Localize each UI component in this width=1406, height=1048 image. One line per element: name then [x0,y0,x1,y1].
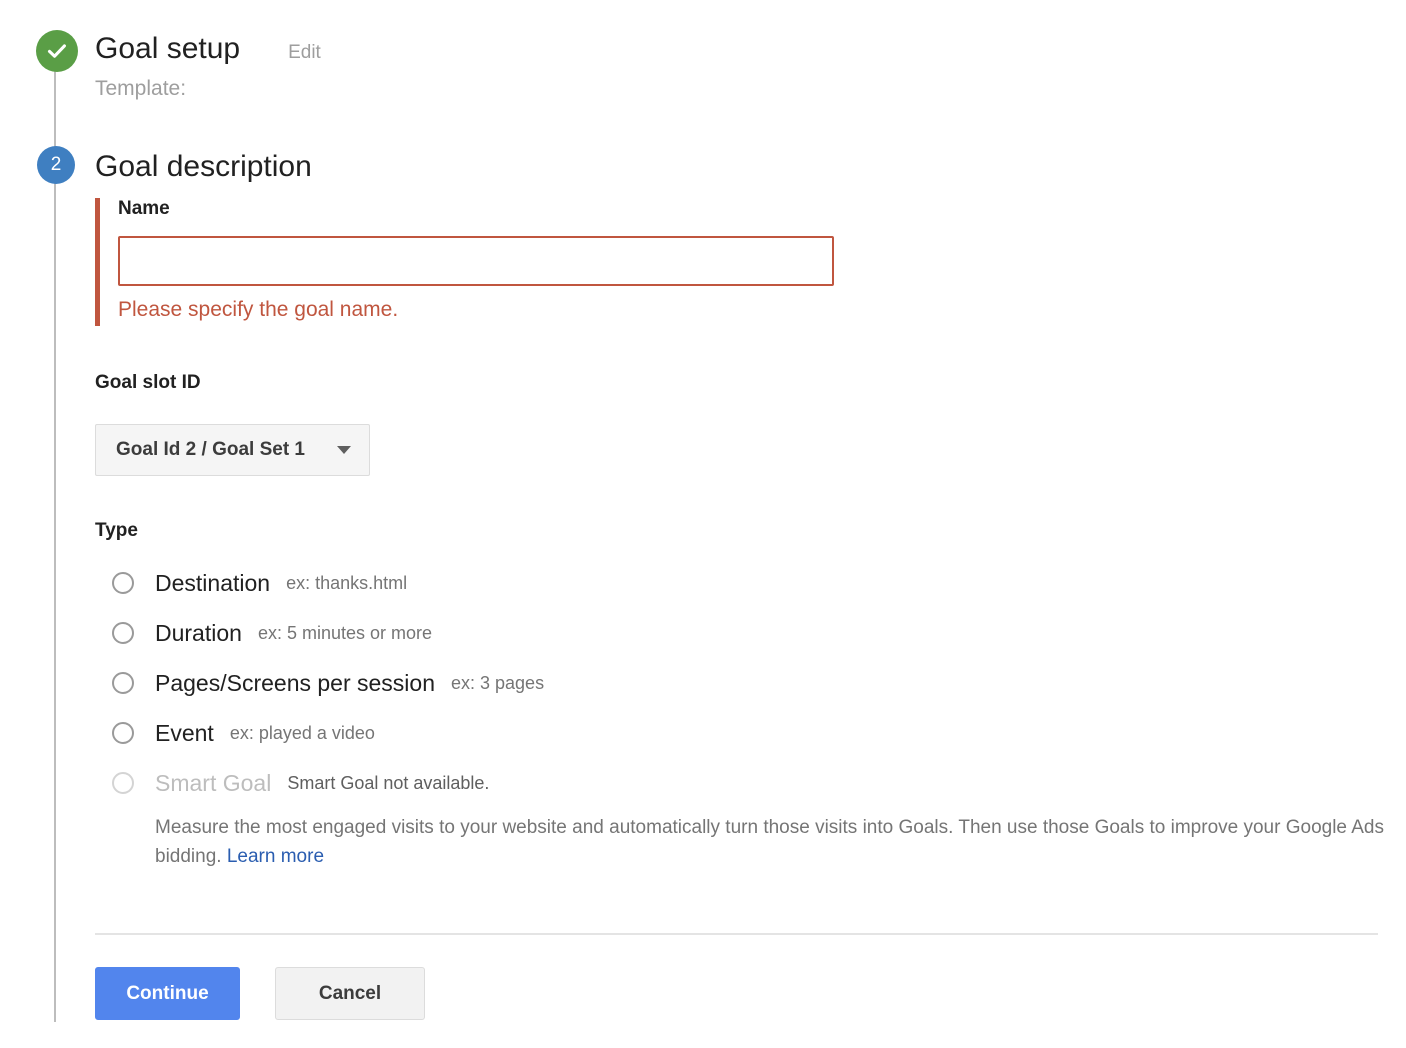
radio-circle-icon [112,572,134,594]
radio-circle-icon [112,672,134,694]
name-field-group: Name Please specify the goal name. [95,198,1380,326]
radio-option-event[interactable]: Event ex: played a video [95,708,1380,758]
goal-type-radio-group: Destination ex: thanks.html Duration ex:… [95,558,1384,871]
smart-goal-description: Measure the most engaged visits to your … [155,814,1387,871]
radio-example-duration: ex: 5 minutes or more [257,622,433,643]
name-field-error-message: Please specify the goal name. [118,298,399,321]
radio-example-pages-per-session: ex: 3 pages [451,672,545,693]
radio-option-pages-per-session[interactable]: Pages/Screens per session ex: 3 pages [95,658,1380,708]
goal-slot-dropdown[interactable]: Goal Id 2 / Goal Set 1 [95,424,370,476]
goal-setup-edit-link[interactable]: Edit [288,42,321,64]
goal-type-label: Type [95,520,138,541]
radio-option-duration[interactable]: Duration ex: 5 minutes or more [95,608,1380,658]
radio-example-event: ex: played a video [229,722,375,743]
goal-setup-title: Goal setup [95,32,241,65]
goal-setup-template-label: Template: [95,77,187,100]
goal-slot-label: Goal slot ID [95,372,201,393]
goal-setup-header-row: Goal setup Edit [95,32,1355,65]
step-2-number: 2 [50,154,62,175]
step-1-complete-indicator [36,30,78,72]
radio-label-smart-goal: Smart Goal [155,769,272,796]
radio-circle-icon [112,622,134,644]
name-field-label: Name [118,198,170,219]
check-circle-icon [45,39,69,63]
radio-option-smart-goal: Smart Goal Smart Goal not available. [95,758,1380,808]
radio-option-destination[interactable]: Destination ex: thanks.html [95,558,1380,608]
radio-circle-icon [112,772,134,794]
radio-label-duration: Duration [155,619,242,646]
goal-slot-selected-value: Goal Id 2 / Goal Set 1 [116,439,305,460]
goal-type-section: Type Destination ex: thanks.html Duratio… [95,520,1384,871]
goal-setup-section: Goal setup Edit Template: [95,32,1355,101]
radio-label-event: Event [155,719,214,746]
chevron-down-icon [337,446,351,454]
radio-circle-icon [112,722,134,744]
cancel-button[interactable]: Cancel [275,967,425,1020]
goal-description-form: Name Please specify the goal name. Goal … [95,198,1384,871]
smart-goal-description-text: Measure the most engaged visits to your … [155,817,1384,867]
radio-label-pages-per-session: Pages/Screens per session [155,669,435,696]
radio-label-destination: Destination [155,569,271,596]
radio-example-destination: ex: thanks.html [286,572,408,593]
form-divider [95,933,1378,935]
stepper-connector-line [54,60,56,1022]
form-actions: Continue Cancel [95,967,425,1020]
goal-slot-section: Goal slot ID Goal Id 2 / Goal Set 1 [95,372,1380,476]
radio-example-smart-goal: Smart Goal not available. [287,772,490,793]
learn-more-link[interactable]: Learn more [227,846,324,867]
step-2-indicator: 2 [37,146,75,184]
goal-description-title: Goal description [95,150,312,183]
continue-button[interactable]: Continue [95,967,240,1020]
goal-name-input[interactable] [118,236,834,286]
